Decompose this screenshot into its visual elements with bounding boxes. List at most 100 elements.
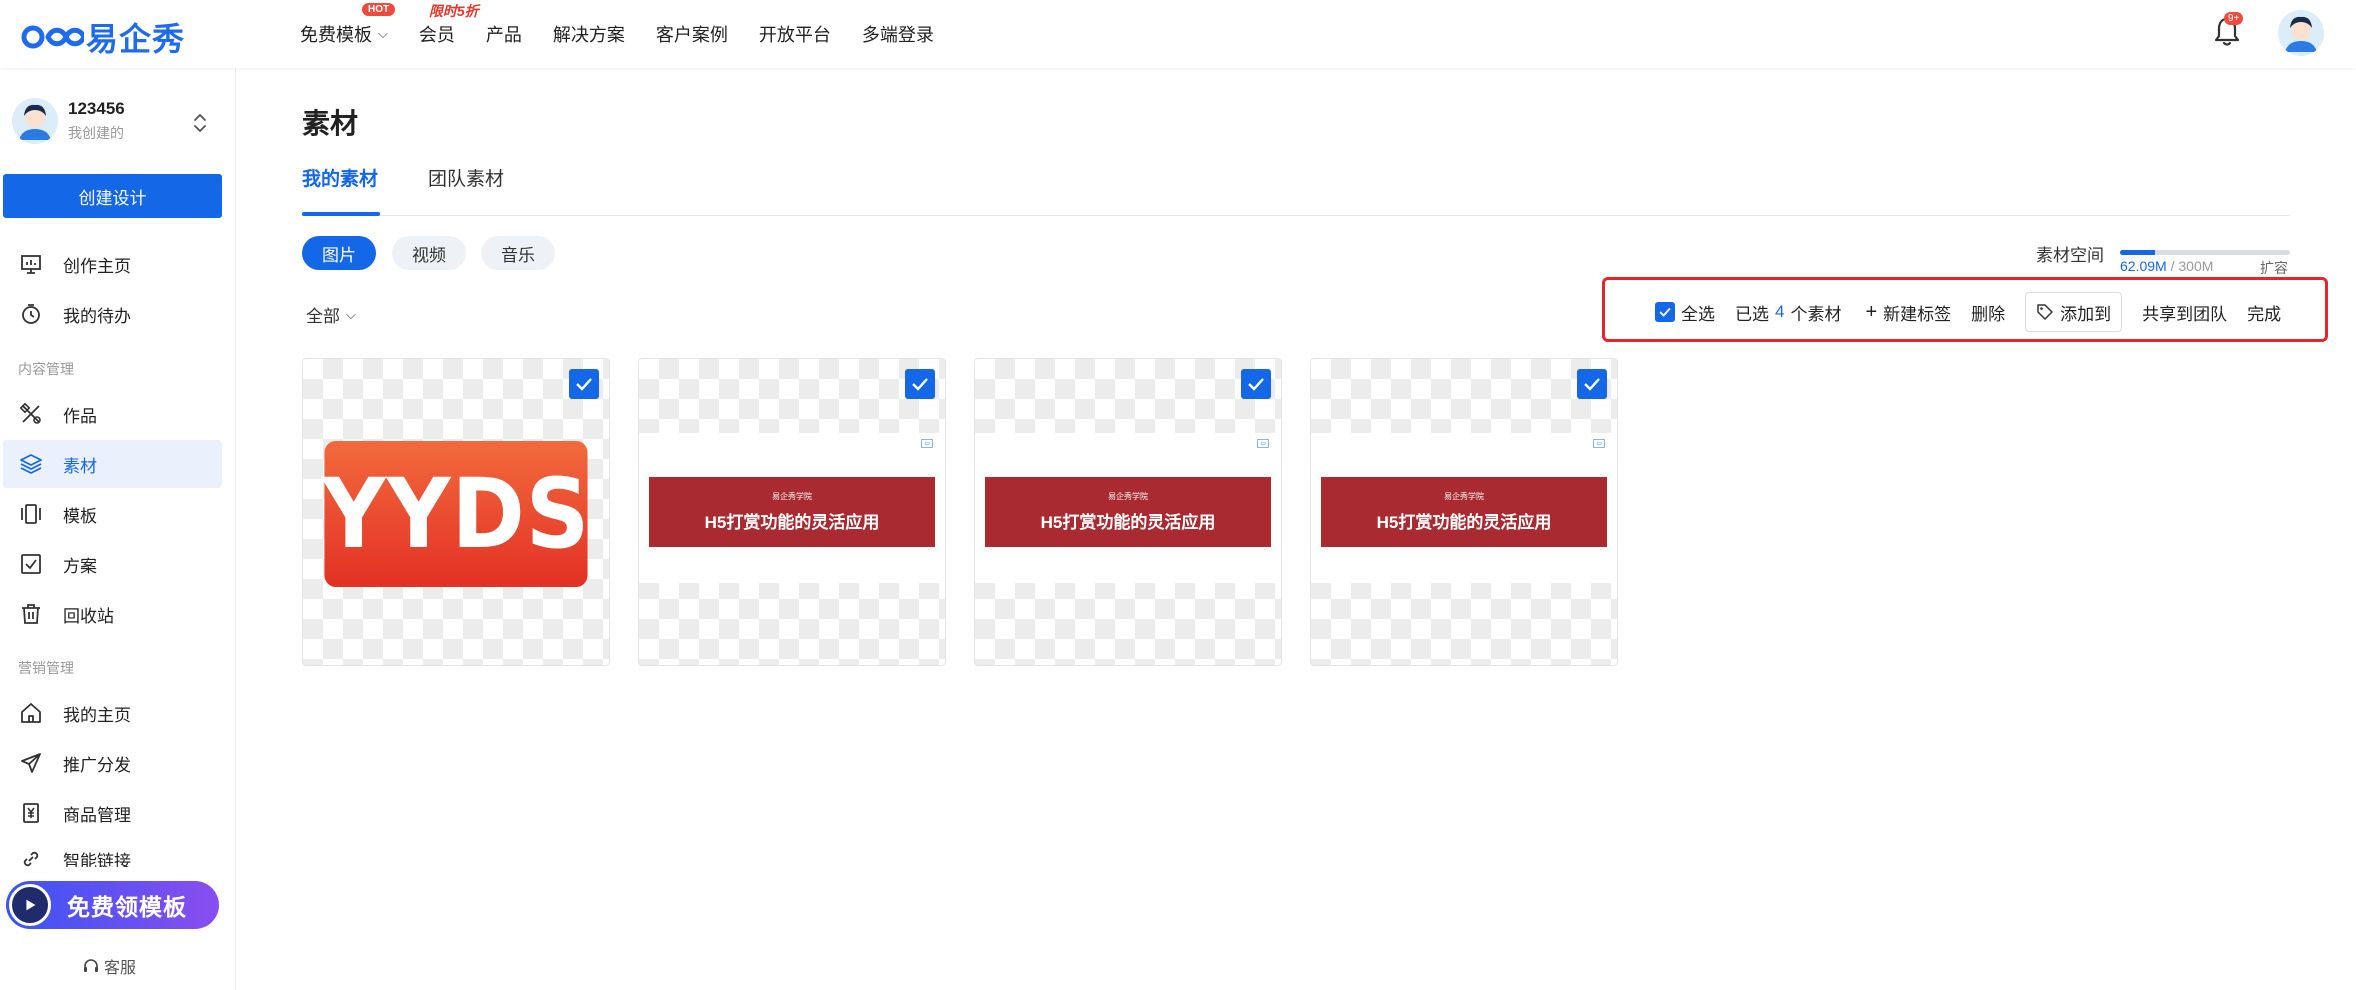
chevron-down-icon: ⌵: [378, 26, 388, 41]
create-design-button[interactable]: 创建设计: [3, 174, 222, 218]
filter-label: 全部: [306, 307, 340, 326]
sidebar-item-smart-link[interactable]: 智能链接: [3, 839, 222, 867]
plus-icon: +: [1865, 300, 1878, 323]
customer-service-link[interactable]: 客服: [82, 954, 136, 978]
send-icon: [21, 753, 41, 773]
tab-my-materials[interactable]: 我的素材: [302, 164, 378, 191]
product-icon: [23, 803, 39, 823]
switch-account-icon[interactable]: [192, 112, 208, 134]
material-image-yyds: YYDS: [322, 441, 589, 587]
nav-solutions[interactable]: 解决方案: [553, 21, 625, 47]
sidebar-item-label: 推广分发: [63, 755, 131, 775]
nav-free-templates[interactable]: 免费模板 ⌵ HOT: [300, 3, 396, 47]
slide-subtitle: 易企秀学院: [772, 492, 812, 501]
done-button[interactable]: 完成: [2247, 300, 2281, 325]
slide-title: H5打赏功能的灵活应用: [1040, 513, 1216, 532]
chip-music[interactable]: 音乐: [481, 236, 555, 270]
nav-multi-login-label: 多端登录: [861, 25, 934, 45]
share-to-team-button[interactable]: 共享到团队: [2142, 300, 2227, 325]
sidebar-item-works[interactable]: 作品: [3, 390, 222, 438]
material-card[interactable]: YYDS: [302, 358, 610, 666]
select-all-label[interactable]: 全选: [1681, 300, 1715, 325]
select-all-checkbox[interactable]: [1655, 302, 1675, 322]
check-icon: [912, 378, 928, 391]
nav-member-label: 会员: [418, 25, 455, 45]
avatar[interactable]: [2278, 10, 2324, 56]
storage-progress-fill: [2120, 250, 2156, 255]
selected-prefix: 已选: [1735, 304, 1769, 324]
timer-icon: [22, 304, 40, 324]
sidebar-item-todo[interactable]: 我的待办: [3, 290, 222, 338]
headset-icon: [84, 959, 98, 972]
material-card[interactable]: ▭ 易企秀学院 H5打赏功能的灵活应用: [1310, 358, 1618, 666]
sidebar-item-label: 作品: [63, 406, 97, 426]
sidebar-item-plans[interactable]: 方案: [3, 540, 222, 588]
nav-multi-login[interactable]: 多端登录: [862, 21, 934, 47]
delete-button[interactable]: 删除: [1971, 300, 2005, 325]
sidebar-item-label: 方案: [63, 556, 97, 576]
user-info: 123456 我创建的: [68, 99, 125, 143]
sale-badge: 限时5折: [428, 3, 479, 19]
user-avatar-icon: [12, 98, 58, 144]
sidebar-item-materials[interactable]: 素材: [3, 440, 222, 488]
user-avatar-icon: [2278, 10, 2324, 56]
storage-used: 62.09M: [2120, 258, 2167, 274]
card-checkbox[interactable]: [1577, 369, 1607, 399]
nav-cases[interactable]: 客户案例: [656, 21, 728, 47]
selected-count: 4: [1775, 302, 1785, 321]
sidebar-item-recycle-bin[interactable]: 回收站: [3, 590, 222, 638]
expand-storage-link[interactable]: 扩容: [2260, 258, 2288, 278]
brand-logo[interactable]: 易企秀: [18, 14, 185, 60]
sidebar-item-label: 模板: [63, 506, 97, 526]
chip-videos[interactable]: 视频: [392, 236, 466, 270]
sidebar-item-label: 素材: [63, 456, 97, 476]
material-slide-preview: ▭ 易企秀学院 H5打赏功能的灵活应用: [1311, 433, 1617, 583]
service-label: 客服: [104, 960, 137, 977]
card-checkbox[interactable]: [569, 369, 599, 399]
new-tag-button[interactable]: + 新建标签: [1865, 300, 1951, 325]
top-navbar: 易企秀 免费模板 ⌵ HOT 会员 限时5折 产品 解决方案 客户案例 开放平台…: [0, 0, 2356, 68]
play-icon: [9, 884, 51, 926]
layers-icon: [20, 454, 42, 474]
home-icon: [21, 703, 41, 723]
nav-product[interactable]: 产品: [486, 21, 522, 47]
app-root: 易企秀 免费模板 ⌵ HOT 会员 限时5折 产品 解决方案 客户案例 开放平台…: [0, 0, 2356, 990]
sidebar-item-label: 我的主页: [63, 705, 131, 725]
nav-open-platform[interactable]: 开放平台: [759, 21, 831, 47]
batch-action-bar: 全选 已选 4 个素材 + 新建标签 删除 添加到 共享到团队 完成: [1655, 292, 2281, 332]
add-to-label: 添加到: [2060, 304, 2112, 324]
sidebar-item-creation-home[interactable]: 创作主页: [3, 240, 222, 288]
storage-total: 300M: [2178, 258, 2214, 274]
slide-logo-tag: ▭: [1593, 439, 1605, 448]
nav-open-platform-label: 开放平台: [758, 25, 831, 45]
sidebar-item-promotion[interactable]: 推广分发: [3, 739, 222, 787]
material-card[interactable]: ▭ 易企秀学院 H5打赏功能的灵活应用: [638, 358, 946, 666]
card-checkbox[interactable]: [1241, 369, 1271, 399]
storage-progress-bar: [2120, 250, 2290, 255]
sidebar-item-products[interactable]: 商品管理: [3, 789, 222, 837]
nav-solutions-label: 解决方案: [552, 25, 625, 45]
add-to-button[interactable]: 添加到: [2025, 292, 2123, 332]
material-slide-preview: ▭ 易企秀学院 H5打赏功能的灵活应用: [639, 433, 945, 583]
material-card[interactable]: ▭ 易企秀学院 H5打赏功能的灵活应用: [974, 358, 1282, 666]
sidebar-item-templates[interactable]: 模板: [3, 490, 222, 538]
check-icon: [1659, 307, 1671, 317]
card-checkbox[interactable]: [905, 369, 935, 399]
free-template-promo-button[interactable]: 免费领模板: [6, 881, 219, 929]
tab-team-materials[interactable]: 团队素材: [428, 164, 504, 191]
link-icon: [23, 851, 39, 867]
nav-member[interactable]: 会员 限时5折: [418, 3, 479, 47]
hot-badge: HOT: [362, 3, 396, 16]
storage-usage: 62.09M / 300M: [2120, 258, 2213, 274]
sidebar-item-my-homepage[interactable]: 我的主页: [3, 689, 222, 737]
slide-title: H5打赏功能的灵活应用: [704, 513, 880, 532]
check-icon: [576, 378, 592, 391]
slide-banner: 易企秀学院 H5打赏功能的灵活应用: [1321, 477, 1607, 547]
nav-free-templates-label: 免费模板: [300, 25, 372, 45]
category-filter-dropdown[interactable]: 全部 ⌵: [306, 302, 356, 327]
chip-images[interactable]: 图片: [302, 236, 376, 270]
user-switcher[interactable]: 123456 我创建的: [12, 98, 125, 144]
nav-product-label: 产品: [485, 25, 522, 45]
tag-icon: [2037, 304, 2053, 320]
sidebar-item-label: 回收站: [63, 606, 114, 626]
